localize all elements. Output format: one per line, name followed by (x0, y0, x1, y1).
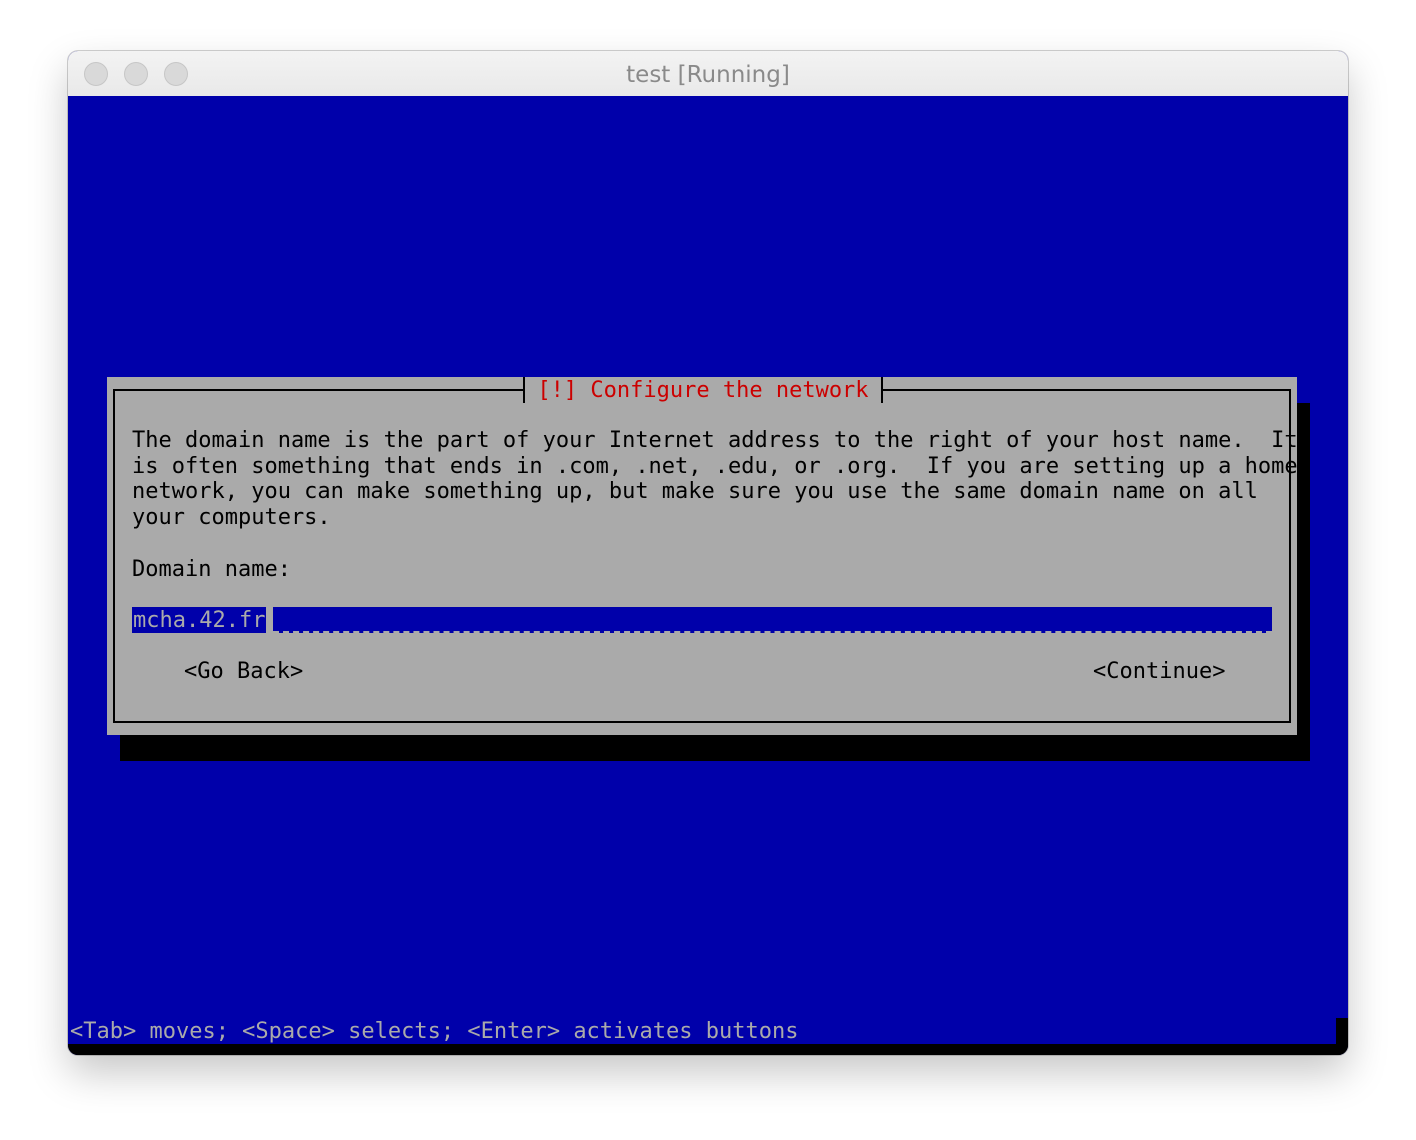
go-back-button[interactable]: <Go Back> (184, 659, 303, 684)
domain-name-input-fill[interactable] (273, 607, 1272, 633)
domain-name-label: Domain name: (132, 557, 291, 582)
dialog-description: The domain name is the part of your Inte… (132, 428, 1298, 530)
vm-window: test [Running] [!] Configure the network… (68, 51, 1348, 1055)
window-title: test [Running] (626, 62, 790, 88)
continue-button[interactable]: <Continue> (1093, 659, 1225, 684)
vm-screen: [!] Configure the network The domain nam… (68, 96, 1348, 1055)
window-titlebar: test [Running] (68, 51, 1348, 97)
configure-network-dialog: [!] Configure the network The domain nam… (107, 377, 1298, 735)
domain-name-input[interactable]: mcha.42.fr (130, 606, 1272, 634)
dialog-title: [!] Configure the network (523, 377, 883, 403)
domain-name-value[interactable]: mcha.42.fr (130, 606, 268, 634)
keyboard-help-bar: <Tab> moves; <Space> selects; <Enter> ac… (70, 1019, 799, 1044)
screen-bottom-edge (68, 1044, 1348, 1055)
